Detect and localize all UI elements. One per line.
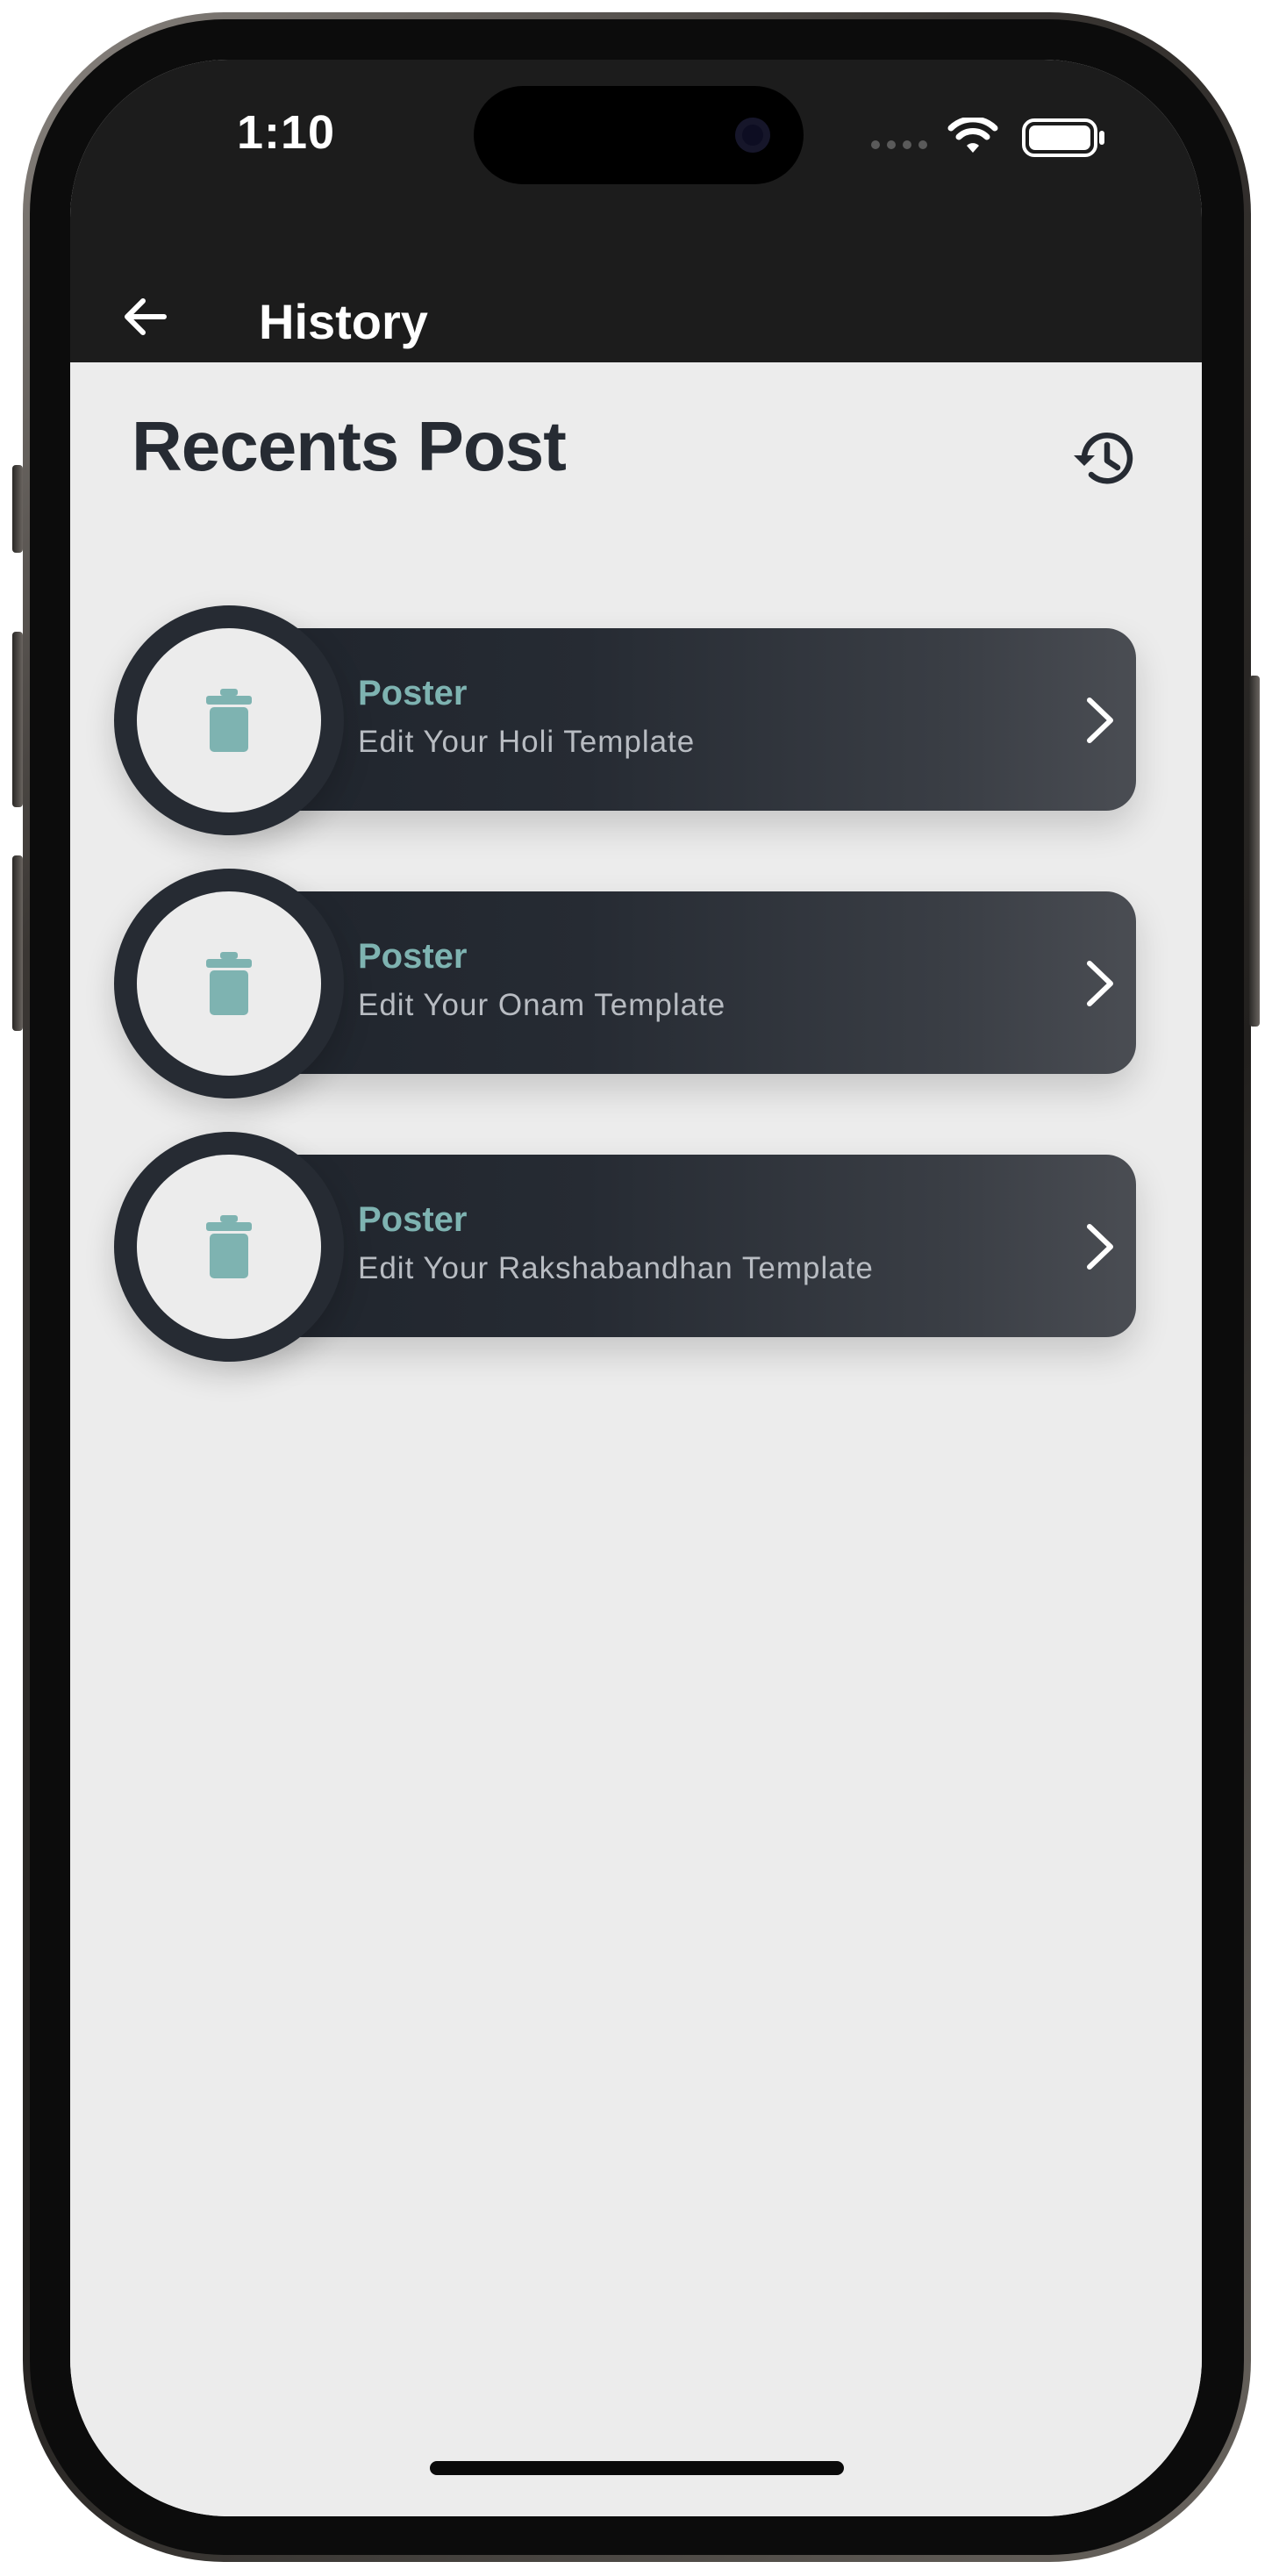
cellular-signal-icon	[871, 140, 927, 149]
trash-icon	[206, 952, 252, 1015]
delete-button[interactable]	[114, 869, 344, 1098]
status-time: 1:10	[237, 106, 336, 159]
chevron-right-icon[interactable]	[1070, 955, 1128, 1013]
delete-button-inner	[137, 891, 321, 1076]
post-type-label: Poster	[358, 937, 468, 976]
post-card-bar[interactable]	[219, 628, 1136, 811]
back-button[interactable]	[114, 286, 175, 347]
post-card[interactable]: Poster Edit Your Onam Template	[114, 869, 1140, 1098]
home-indicator[interactable]	[430, 2461, 844, 2475]
wifi-icon	[947, 118, 998, 153]
delete-button[interactable]	[114, 605, 344, 835]
chevron-right-icon[interactable]	[1070, 691, 1128, 749]
app-bar: 1:10 History	[70, 60, 1202, 362]
post-description: Edit Your Onam Template	[358, 988, 726, 1022]
action-button	[12, 465, 23, 553]
post-card-bar[interactable]	[219, 1155, 1136, 1337]
phone-screen: 1:10 History Recents Post Poster Edit Yo…	[70, 60, 1202, 2516]
delete-button[interactable]	[114, 1132, 344, 1362]
post-description: Edit Your Holi Template	[358, 725, 696, 759]
post-card[interactable]: Poster Edit Your Holi Template	[114, 605, 1140, 835]
page-title: History	[259, 294, 428, 349]
battery-icon	[1022, 118, 1104, 157]
delete-button-inner	[137, 1155, 321, 1339]
volume-up-button	[12, 632, 23, 807]
dynamic-island	[474, 86, 804, 184]
arrow-left-icon	[125, 298, 167, 335]
volume-down-button	[12, 855, 23, 1031]
main-content: Recents Post Poster Edit Your Holi Templ…	[70, 362, 1202, 2516]
post-type-label: Poster	[358, 1200, 468, 1239]
trash-icon	[206, 689, 252, 752]
post-type-label: Poster	[358, 674, 468, 712]
camera-icon	[735, 118, 770, 153]
delete-button-inner	[137, 628, 321, 812]
chevron-right-icon[interactable]	[1070, 1218, 1128, 1276]
history-icon[interactable]	[1070, 424, 1140, 494]
post-card-bar[interactable]	[219, 891, 1136, 1074]
trash-icon	[206, 1215, 252, 1278]
section-title: Recents Post	[132, 407, 567, 485]
post-card[interactable]: Poster Edit Your Rakshabandhan Template	[114, 1132, 1140, 1362]
power-button	[1249, 676, 1260, 1027]
post-description: Edit Your Rakshabandhan Template	[358, 1251, 874, 1285]
